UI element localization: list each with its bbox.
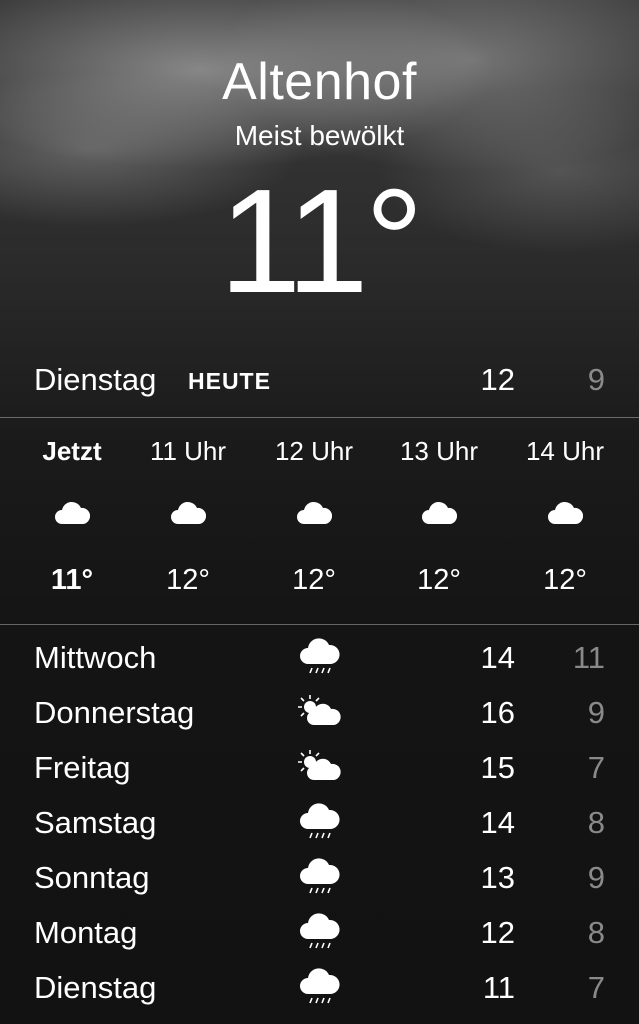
hour-item: 14 Uhr 12° [503,420,627,624]
hour-time: 11 Uhr [149,436,227,466]
hour-temp: 12° [543,564,587,596]
forecast-low: 8 [587,915,605,950]
forecast-row: Mittwoch 14 11 [0,630,639,684]
cloud-drizzle-icon [300,638,340,674]
forecast-high: 13 [480,860,515,895]
forecast-high: 15 [480,750,515,785]
hour-time: 13 Uhr [399,436,479,466]
cloud-icon [548,501,583,524]
forecast-row: Montag 12 8 [0,905,639,959]
today-day-name: Dienstag [34,362,157,397]
forecast-day: Freitag [34,750,131,785]
forecast-row: Dienstag 11 7 [0,960,639,1014]
cloud-drizzle-icon [300,803,340,839]
hour-time: Jetzt [42,436,102,466]
hour-item: Jetzt 11° [10,420,134,624]
forecast-high: 16 [480,695,515,730]
today-high: 12 [480,362,515,397]
forecast-row: Samstag 14 8 [0,795,639,849]
forecast-high: 14 [480,805,515,840]
city-name: Altenhof [222,53,417,111]
forecast-high: 14 [480,640,515,675]
forecast-day: Mittwoch [34,640,157,675]
today-badge: HEUTE [188,368,271,394]
cloud-icon [171,501,206,524]
forecast-row: Donnerstag 16 9 [0,685,639,739]
forecast-low: 9 [587,860,605,895]
cloud-drizzle-icon [300,913,340,949]
hour-temp: 12° [292,564,336,596]
forecast-low: 7 [587,970,605,1005]
current-temperature: 11° [219,159,424,324]
hour-item: 12 Uhr 12° [252,420,376,624]
cloud-icon [55,501,90,524]
hour-item: 11 Uhr 12° [126,420,250,624]
divider [0,417,639,418]
forecast-low: 7 [587,750,605,785]
forecast-low: 11 [572,640,605,675]
hourly-forecast[interactable]: Jetzt 11° 11 Uhr 12° 12 Uhr 12° 13 Uhr 1… [0,420,639,624]
forecast-day: Dienstag [34,970,157,1005]
cloud-drizzle-icon [300,858,340,894]
forecast-high: 11 [482,970,515,1005]
forecast-row: Sonntag 13 9 [0,850,639,904]
forecast-day: Donnerstag [34,695,195,730]
hour-time: 12 Uhr [274,436,354,466]
forecast-day: Montag [34,915,138,950]
partly-sunny-icon [298,750,341,780]
forecast-row: Freitag 15 7 [0,740,639,794]
today-low: 9 [587,362,605,397]
forecast-low: 8 [587,805,605,840]
cloud-icon [297,501,332,524]
hour-temp: 12° [166,564,210,596]
partly-sunny-icon [298,695,341,725]
hour-item: 13 Uhr 12° [377,420,501,624]
forecast-low: 9 [587,695,605,730]
divider [0,624,639,625]
cloud-icon [422,501,457,524]
hour-temp: 12° [417,564,461,596]
forecast-day: Samstag [34,805,157,840]
hour-temp: 11° [50,564,94,596]
condition-text: Meist bewölkt [234,120,405,151]
today-row: Dienstag HEUTE 12 9 [0,352,639,408]
forecast-high: 12 [480,915,515,950]
forecast-day: Sonntag [34,860,150,895]
hour-time: 14 Uhr [525,436,605,466]
cloud-drizzle-icon [300,968,340,1004]
